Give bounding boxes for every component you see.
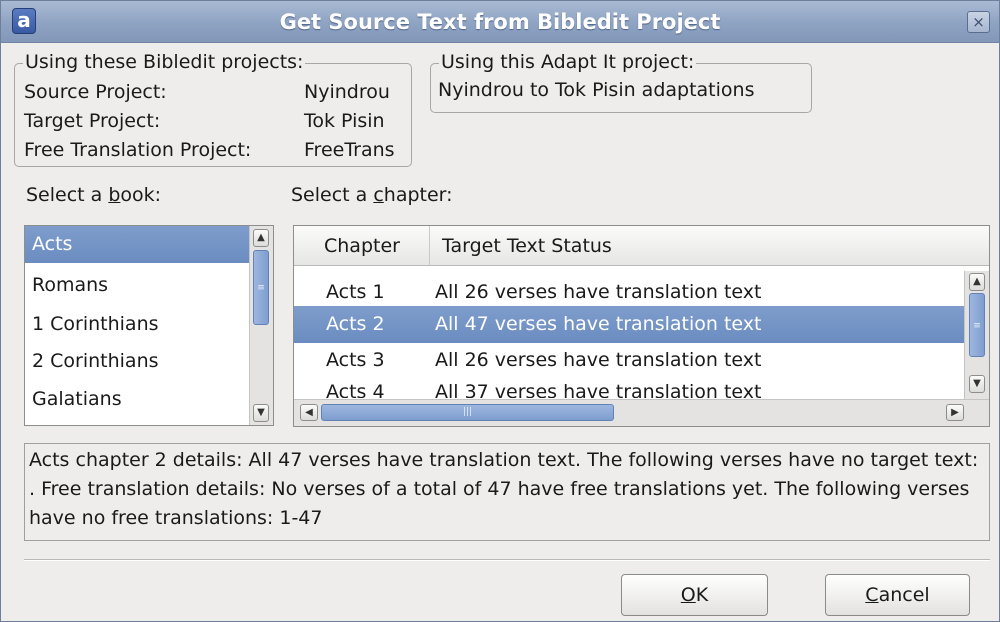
select-chapter-label: Select a chapter: bbox=[291, 184, 453, 206]
target-project-label: Target Project: bbox=[24, 110, 161, 132]
book-item[interactable]: Romans bbox=[25, 267, 249, 304]
adaptit-project-group: Using this Adapt It project: Nyindrou to… bbox=[430, 50, 812, 113]
chapter-row[interactable]: Acts 4 All 37 verses have translation te… bbox=[294, 374, 964, 398]
book-list-vertical-scrollbar[interactable]: ▲ ≡ ▼ bbox=[249, 226, 273, 425]
source-project-label: Source Project: bbox=[24, 81, 167, 103]
select-book-label: Select a book: bbox=[26, 184, 162, 206]
chapter-row[interactable]: Acts 2 All 47 verses have translation te… bbox=[294, 306, 964, 343]
dialog-window: a Get Source Text from Bibledit Project … bbox=[0, 0, 1000, 622]
separator bbox=[24, 559, 990, 561]
ok-button[interactable]: OK bbox=[621, 574, 768, 616]
bibledit-projects-title: Using these Bibledit projects: bbox=[23, 50, 306, 74]
adaptit-project-title: Using this Adapt It project: bbox=[439, 50, 697, 74]
bibledit-projects-group: Using these Bibledit projects: Source Pr… bbox=[14, 50, 412, 167]
free-translation-project-label: Free Translation Project: bbox=[24, 139, 252, 161]
chapter-details-text: Acts chapter 2 details: All 47 verses ha… bbox=[24, 443, 990, 541]
close-button[interactable]: × bbox=[967, 11, 990, 33]
window-title: Get Source Text from Bibledit Project bbox=[279, 10, 721, 34]
chapter-table-horizontal-scrollbar[interactable]: ◀ ||| ▶ bbox=[294, 399, 989, 426]
book-item[interactable]: 1 Corinthians bbox=[25, 306, 249, 343]
down-arrow-icon[interactable]: ▼ bbox=[969, 375, 985, 393]
book-list-scroll-thumb[interactable]: ≡ bbox=[253, 250, 269, 325]
book-list[interactable]: Acts Romans 1 Corinthians 2 Corinthians … bbox=[24, 225, 274, 426]
right-arrow-icon[interactable]: ▶ bbox=[946, 404, 964, 421]
column-header-chapter[interactable]: Chapter bbox=[294, 226, 430, 266]
book-item[interactable]: Acts bbox=[25, 226, 249, 263]
title-bar[interactable]: a Get Source Text from Bibledit Project … bbox=[1, 1, 999, 43]
chapter-table-scroll-thumb[interactable]: ≡ bbox=[969, 293, 985, 357]
chapter-table-hscroll-thumb[interactable]: ||| bbox=[321, 404, 614, 421]
book-item[interactable]: 2 Corinthians bbox=[25, 343, 249, 380]
adaptit-project-value: Nyindrou to Tok Pisin adaptations bbox=[438, 79, 755, 101]
book-item[interactable]: Galatians bbox=[25, 381, 249, 418]
chapter-table[interactable]: Chapter Target Text Status Acts 1 All 26… bbox=[293, 225, 990, 427]
column-header-target-text-status[interactable]: Target Text Status bbox=[430, 226, 989, 266]
target-project-value: Tok Pisin bbox=[304, 110, 385, 132]
left-arrow-icon[interactable]: ◀ bbox=[300, 404, 318, 421]
up-arrow-icon[interactable]: ▲ bbox=[253, 229, 269, 247]
down-arrow-icon[interactable]: ▼ bbox=[253, 404, 269, 422]
cancel-button[interactable]: Cancel bbox=[825, 574, 970, 616]
close-icon: × bbox=[972, 13, 985, 31]
chapter-table-vertical-scrollbar[interactable]: ▲ ≡ ▼ bbox=[964, 271, 989, 399]
free-translation-project-value: FreeTrans bbox=[304, 139, 395, 161]
up-arrow-icon[interactable]: ▲ bbox=[969, 273, 985, 291]
source-project-value: Nyindrou bbox=[304, 81, 390, 103]
